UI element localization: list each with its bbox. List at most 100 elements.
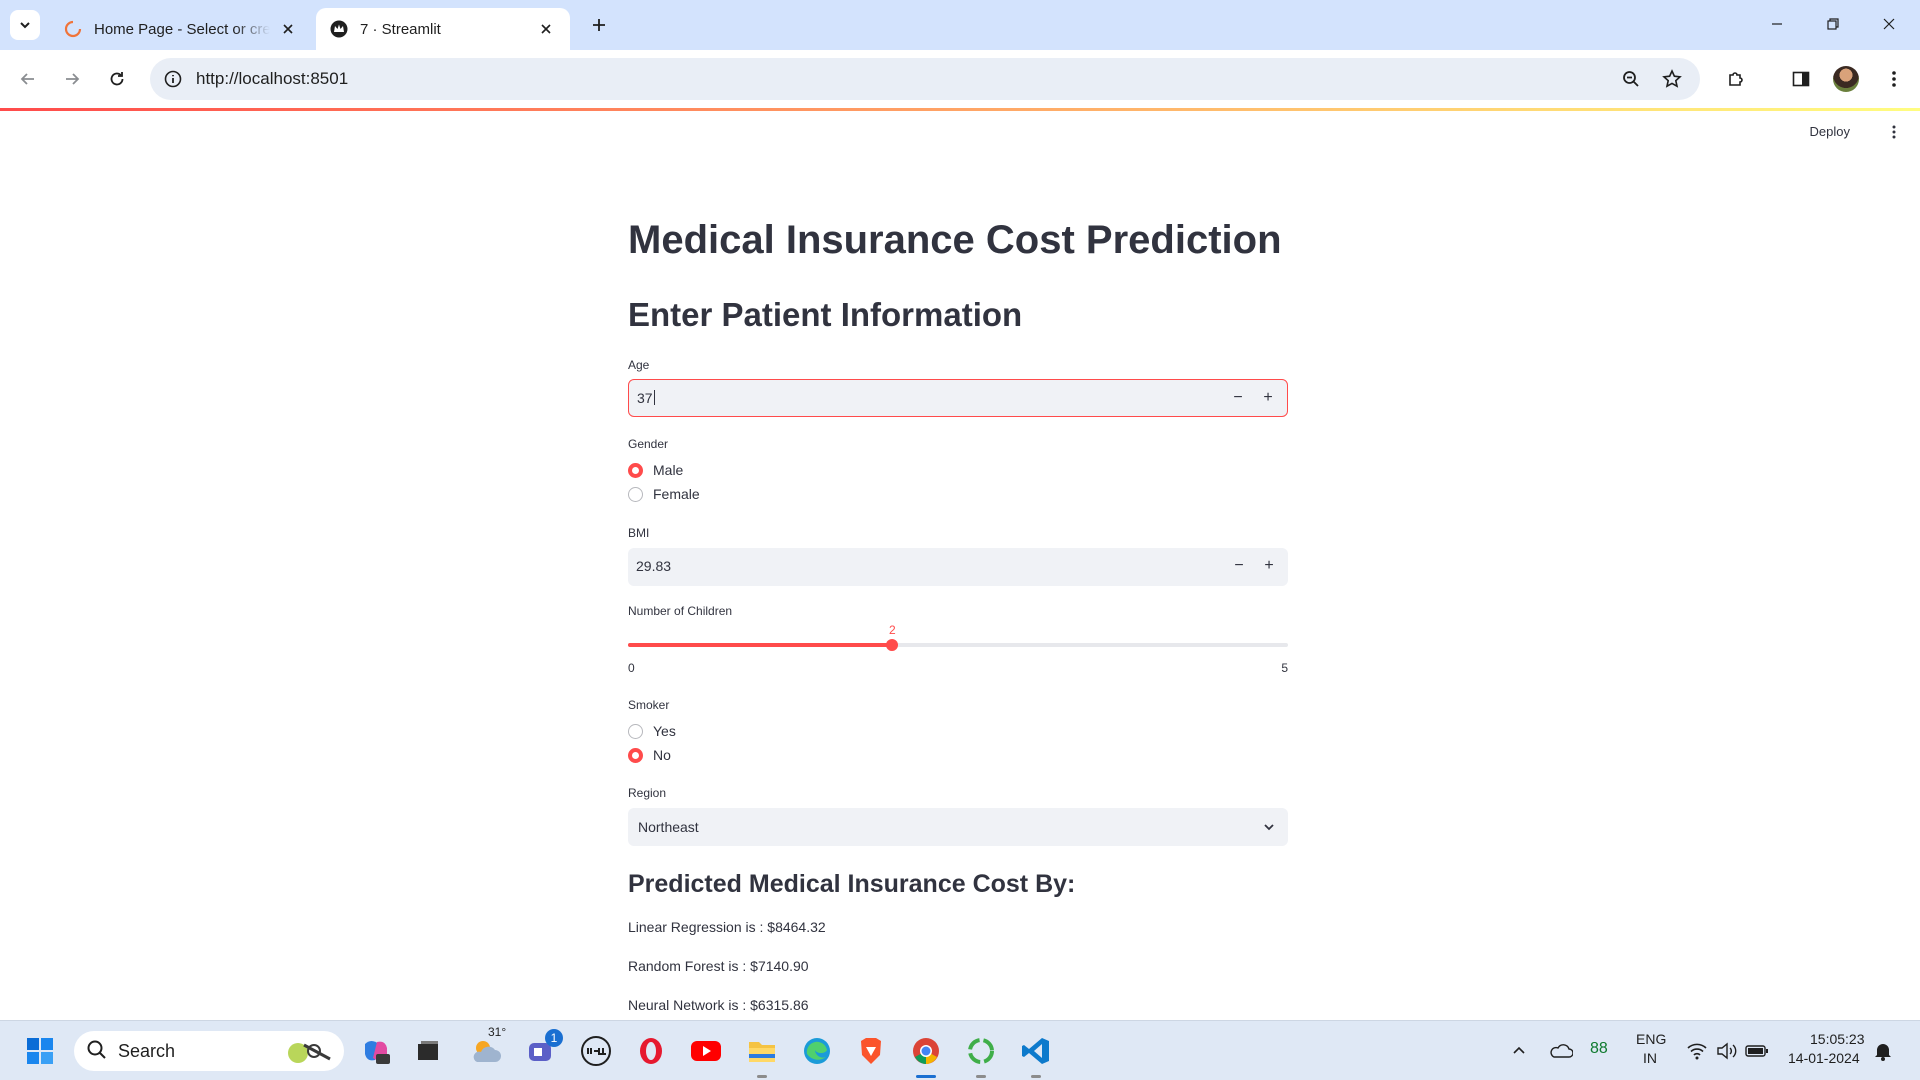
weather-temperature: 31° xyxy=(488,1025,507,1039)
wifi-icon[interactable] xyxy=(1680,1031,1714,1071)
children-slider-value: 2 xyxy=(889,623,896,637)
age-decrement-button[interactable]: − xyxy=(1223,380,1253,416)
search-highlight-icon xyxy=(284,1035,338,1072)
restore-button[interactable] xyxy=(1810,8,1856,40)
battery-icon[interactable] xyxy=(1740,1031,1774,1071)
back-button[interactable] xyxy=(12,63,44,95)
age-value[interactable]: 37 xyxy=(637,390,655,406)
bmi-input[interactable]: 29.83 − + xyxy=(628,548,1288,586)
zoom-icon[interactable] xyxy=(1620,68,1642,90)
start-button[interactable] xyxy=(20,1031,60,1071)
running-indicator xyxy=(757,1075,767,1078)
browser-toolbar: http://localhost:8501 xyxy=(0,50,1920,108)
smoker-option-yes[interactable]: Yes xyxy=(628,723,676,739)
chevron-down-icon xyxy=(20,22,30,29)
site-info-icon[interactable] xyxy=(162,68,184,90)
gender-option-male[interactable]: Male xyxy=(628,462,683,478)
tab-home-page[interactable]: Home Page - Select or create xyxy=(50,8,312,50)
close-window-button[interactable] xyxy=(1866,8,1912,40)
bookmark-star-icon[interactable] xyxy=(1661,68,1683,90)
profile-button[interactable] xyxy=(1830,63,1862,95)
tab-streamlit[interactable]: 7 · Streamlit xyxy=(316,8,570,50)
bmi-label: BMI xyxy=(628,526,650,540)
age-increment-button[interactable]: + xyxy=(1253,380,1283,416)
puzzle-icon xyxy=(1729,72,1743,86)
gender-label: Gender xyxy=(628,437,669,451)
prediction-random-forest: Random Forest is : $7140.90 xyxy=(628,958,809,974)
kebab-menu-icon xyxy=(1892,125,1896,139)
arrow-right-icon xyxy=(66,73,80,85)
file-explorer-icon[interactable] xyxy=(742,1031,782,1071)
bmi-decrement-button[interactable]: − xyxy=(1224,548,1254,584)
children-slider-max: 5 xyxy=(1281,661,1288,675)
age-input[interactable]: 37 − + xyxy=(628,379,1288,417)
search-icon xyxy=(86,1039,108,1066)
avatar xyxy=(1833,66,1859,92)
bmi-increment-button[interactable]: + xyxy=(1254,548,1284,584)
main-menu-button[interactable] xyxy=(1886,122,1902,142)
radio-selected-icon xyxy=(628,462,643,478)
taskbar: Search 31° 1 88 ENG IN 15:05:23 14-01-20… xyxy=(0,1020,1920,1080)
kebab-menu-icon xyxy=(1892,71,1896,87)
show-hidden-icons-button[interactable] xyxy=(1504,1031,1534,1071)
minimize-button[interactable] xyxy=(1754,8,1800,40)
children-slider[interactable] xyxy=(628,639,1288,651)
language-indicator[interactable]: ENG xyxy=(1636,1031,1666,1047)
prediction-linear-regression: Linear Regression is : $8464.32 xyxy=(628,919,826,935)
tab-search-button[interactable] xyxy=(10,10,40,40)
youtube-icon[interactable] xyxy=(686,1031,726,1071)
close-tab-icon[interactable] xyxy=(536,19,556,39)
side-panel-button[interactable] xyxy=(1785,63,1817,95)
notification-bell-icon[interactable] xyxy=(1866,1031,1900,1071)
chevron-down-icon xyxy=(1260,818,1278,836)
browser-menu-button[interactable] xyxy=(1878,63,1910,95)
opera-icon[interactable] xyxy=(631,1031,671,1071)
copilot-icon[interactable] xyxy=(356,1031,396,1071)
browser-tab-strip: Home Page - Select or create 7 · Streaml… xyxy=(0,0,1920,50)
clock-time[interactable]: 15:05:23 xyxy=(1810,1031,1865,1047)
bmi-value[interactable]: 29.83 xyxy=(636,558,671,574)
new-tab-button[interactable] xyxy=(586,12,612,38)
chevron-up-icon xyxy=(1513,1046,1525,1054)
clock-date[interactable]: 14-01-2024 xyxy=(1788,1050,1860,1066)
chrome-icon[interactable] xyxy=(906,1031,946,1071)
streamlit-crown-icon xyxy=(330,20,348,38)
children-slider-thumb[interactable] xyxy=(886,639,898,651)
tab-title: 7 · Streamlit xyxy=(360,20,441,38)
running-indicator xyxy=(1031,1075,1041,1078)
forward-button[interactable] xyxy=(56,63,88,95)
edge-icon[interactable] xyxy=(797,1031,837,1071)
sync-app-icon[interactable] xyxy=(961,1031,1001,1071)
tab-title: Home Page - Select or create xyxy=(94,20,270,38)
reload-button[interactable] xyxy=(101,63,133,95)
gender-option-female[interactable]: Female xyxy=(628,486,700,502)
streamlit-decoration-bar xyxy=(0,108,1920,111)
taskbar-search[interactable]: Search xyxy=(74,1031,344,1071)
onedrive-icon[interactable] xyxy=(1544,1031,1578,1071)
children-label: Number of Children xyxy=(628,604,733,618)
reload-icon xyxy=(110,72,124,86)
results-title: Predicted Medical Insurance Cost By: xyxy=(628,870,1076,898)
extensions-button[interactable] xyxy=(1720,63,1752,95)
smoker-option-no[interactable]: No xyxy=(628,747,671,763)
battery-percentage: 88 xyxy=(1590,1040,1608,1057)
vscode-icon[interactable] xyxy=(1016,1031,1056,1071)
task-view-icon[interactable] xyxy=(408,1031,448,1071)
volume-icon[interactable] xyxy=(1710,1031,1744,1071)
windows-logo-icon xyxy=(27,1038,53,1064)
running-indicator xyxy=(976,1075,986,1078)
region-select[interactable]: Northeast xyxy=(628,808,1288,846)
prediction-neural-network: Neural Network is : $6315.86 xyxy=(628,997,809,1013)
teams-icon[interactable]: 1 xyxy=(521,1029,563,1071)
children-slider-fill xyxy=(628,643,892,647)
close-icon xyxy=(1883,18,1895,30)
close-tab-icon[interactable] xyxy=(278,19,298,39)
children-slider-min: 0 xyxy=(628,661,635,675)
region-indicator[interactable]: IN xyxy=(1643,1050,1657,1066)
brave-icon[interactable] xyxy=(851,1031,891,1071)
dell-icon[interactable] xyxy=(576,1031,616,1071)
section-title: Enter Patient Information xyxy=(628,296,1023,333)
weather-widget[interactable]: 31° xyxy=(468,1025,508,1071)
address-bar[interactable]: http://localhost:8501 xyxy=(150,58,1700,100)
deploy-button[interactable]: Deploy xyxy=(1810,124,1850,139)
